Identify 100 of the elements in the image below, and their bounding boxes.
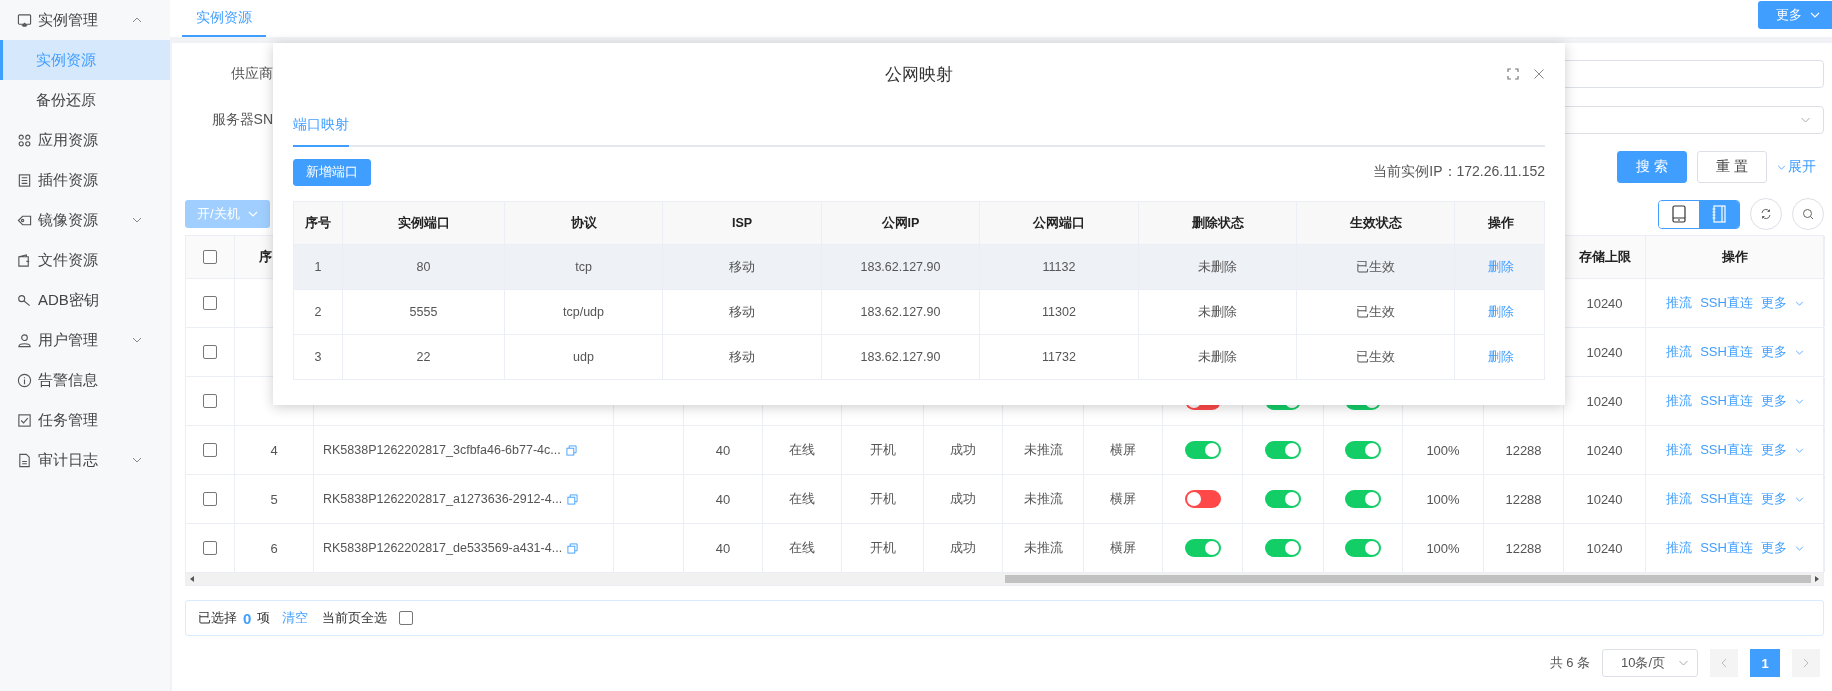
action-link[interactable]: 更多 [1760,539,1787,557]
action-link[interactable]: 更多 [1760,441,1787,459]
action-link[interactable]: SSH直连 [1700,539,1753,557]
sidebar-item[interactable]: 任务管理 [0,400,170,440]
dialog-title: 公网映射 [885,63,953,86]
copy-icon[interactable] [567,493,579,505]
sidebar-item[interactable]: 插件资源 [0,160,170,200]
toggle-switch[interactable] [1265,539,1301,557]
horizontal-scrollbar[interactable] [186,573,1823,585]
action-link[interactable]: SSH直连 [1700,490,1753,508]
checkbox[interactable] [203,345,217,359]
add-port-button[interactable]: 新增端口 [293,158,371,186]
chevron-right-icon [1803,658,1809,668]
table-cell: 40 [715,491,731,507]
table-cell: 10240 [1586,540,1623,556]
refresh-button[interactable] [1750,198,1782,230]
column-header: 公网IP [881,214,920,232]
sidebar-subitem[interactable]: 实例资源 [0,40,170,80]
phone-icon [1672,205,1686,223]
table-cell: 1 [314,260,322,274]
table-cell: 横屏 [1110,490,1136,508]
table-cell: 未删除 [1198,258,1237,276]
copy-icon[interactable] [565,444,577,456]
action-link[interactable]: 推流 [1666,392,1693,410]
toggle-switch[interactable] [1345,441,1381,459]
list-view-button[interactable] [1699,200,1739,228]
sidebar-item[interactable]: 用户管理 [0,320,170,360]
action-link[interactable]: 推流 [1666,343,1693,361]
table-cell: 2 [314,305,322,319]
more-button[interactable]: 更多 [1758,1,1832,29]
column-header: 存储上限 [1578,248,1631,266]
toggle-switch[interactable] [1265,490,1301,508]
sidebar-item[interactable]: 镜像资源 [0,200,170,240]
toggle-switch[interactable] [1265,441,1301,459]
column-header: 删除状态 [1191,214,1244,232]
checkbox[interactable] [203,394,217,408]
action-link[interactable]: 推流 [1666,294,1693,312]
table-cell: 5 [270,491,278,507]
checkbox[interactable] [203,296,217,310]
expand-link[interactable]: 展开 [1777,158,1816,176]
sidebar-item[interactable]: 告警信息 [0,360,170,400]
table-cell: 在线 [789,490,815,508]
checkbox[interactable] [203,541,217,555]
column-header: ISP [731,216,753,230]
table-cell: 40 [715,540,731,556]
action-link[interactable]: SSH直连 [1700,343,1753,361]
sidebar-subitem[interactable]: 备份还原 [0,80,170,120]
checkbox[interactable] [203,492,217,506]
action-link[interactable]: 更多 [1760,490,1787,508]
checkbox[interactable] [203,250,217,264]
table-cell: 22 [416,350,431,364]
sidebar-item[interactable]: 文件资源 [0,240,170,280]
sidebar-item[interactable]: 应用资源 [0,120,170,160]
toggle-switch[interactable] [1184,490,1221,508]
delete-link[interactable]: 删除 [1487,303,1514,321]
toggle-switch[interactable] [1184,539,1221,557]
reset-button[interactable]: 重 置 [1697,151,1767,183]
table-cell: 已生效 [1356,303,1395,321]
chevron-down-icon [1777,164,1786,170]
delete-link[interactable]: 删除 [1487,348,1514,366]
page-size-select[interactable]: 10条/页 [1602,649,1698,677]
action-link[interactable]: 推流 [1666,539,1693,557]
copy-icon[interactable] [567,542,579,554]
action-link[interactable]: 更多 [1760,294,1787,312]
chevron-down-icon [1794,300,1804,306]
chevron-down-icon [1794,545,1804,551]
table-cell: 横屏 [1110,539,1136,557]
user-icon [17,332,32,348]
sidebar-item[interactable]: ADB密钥 [0,280,170,320]
action-link[interactable]: SSH直连 [1700,441,1753,459]
table-cell: 未删除 [1198,348,1237,366]
search-button[interactable] [1792,198,1824,230]
sidebar-item[interactable]: 审计日志 [0,440,170,480]
toggle-switch[interactable] [1345,490,1381,508]
action-link[interactable]: 推流 [1666,441,1693,459]
delete-link[interactable]: 删除 [1487,258,1514,276]
toggle-switch[interactable] [1345,539,1381,557]
page-button[interactable]: 1 [1750,649,1780,677]
action-link[interactable]: SSH直连 [1700,392,1753,410]
action-link[interactable]: SSH直连 [1700,294,1753,312]
sidebar-label: 应用资源 [38,130,98,150]
scroll-right-icon[interactable] [1814,576,1820,582]
sidebar-item[interactable]: 实例管理 [0,0,170,40]
scroll-left-icon[interactable] [189,576,195,582]
action-link[interactable]: 更多 [1760,392,1787,410]
action-link[interactable]: 更多 [1760,343,1787,361]
checkbox[interactable] [399,611,414,625]
dialog-tab[interactable]: 端口映射 [293,105,349,147]
sidebar-label: 实例管理 [38,10,98,30]
toggle-switch[interactable] [1184,441,1221,459]
search-button[interactable]: 搜 索 [1617,151,1688,183]
table-cell: 10240 [1586,491,1623,507]
page-tab[interactable]: 实例资源 [182,0,266,37]
checkbox[interactable] [203,443,217,457]
table-cell: 10240 [1586,442,1623,458]
action-link[interactable]: 推流 [1666,490,1693,508]
fullscreen-icon[interactable] [1507,68,1519,80]
close-icon[interactable] [1533,68,1545,80]
clear-link[interactable]: 清空 [282,609,309,627]
table-cell: 未推流 [1023,441,1063,459]
